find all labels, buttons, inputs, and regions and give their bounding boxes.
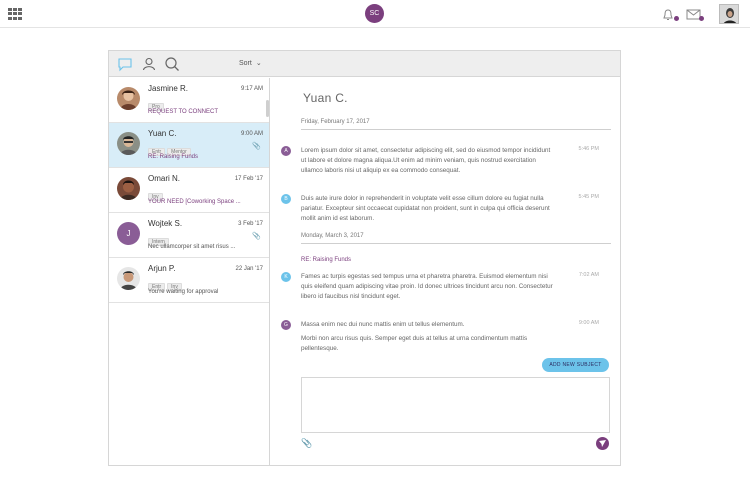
user-avatar[interactable] [719,4,739,24]
message-preview: RE: Raising Funds [148,154,199,160]
paperclip-icon: 📎 [252,143,261,150]
message-thread: Yuan C. Friday, February 17, 2017 A Lore… [271,78,620,466]
conversation-item[interactable]: Jasmine R. 9:17 AM Pro REQUEST TO CONNEC… [109,78,269,123]
user-icon[interactable] [141,56,157,72]
message-text: Lorem ipsum dolor sit amet, consectetur … [301,147,551,174]
message-time: 3 Feb '17 [238,221,263,227]
message-time: 17 Feb '17 [234,176,263,182]
avatar [117,87,140,110]
contact-name: Omari N. [148,174,180,183]
message-text: Morbi non arcu risus quis. Semper eget d… [301,335,528,352]
add-subject-button[interactable]: ADD NEW SUBJECT [542,358,609,372]
message-compose-input[interactable] [301,377,610,433]
contact-name: Wojtek S. [148,219,183,228]
message-time: 5:46 PM [578,146,599,152]
contact-name: Yuan C. [148,129,177,138]
message-time: 5:45 PM [578,194,599,200]
top-bar: SC [0,0,750,28]
contact-name: Arjun P. [148,264,176,273]
chat-icon[interactable] [117,56,133,72]
message-preview: Nec ullamcorper sit amet risus ... [148,244,236,250]
message: K Fames ac turpis egestas sed tempus urn… [281,272,611,302]
panel-toolbar: Sort ⌄ [109,51,620,77]
message-preview: REQUEST TO CONNECT [148,109,219,115]
conversation-item[interactable]: Arjun P. 22 Jan '17 Entr Inv You're waiti… [109,258,269,303]
sender-avatar: G [281,320,291,330]
conversation-list: Jasmine R. 9:17 AM Pro REQUEST TO CONNEC… [109,78,270,466]
message-time: 9:00 AM [240,131,263,137]
message: G Massa enim nec dui nunc mattis enim ut… [281,320,611,352]
paperclip-icon[interactable]: 📎 [301,438,312,449]
sender-avatar: K [281,272,291,282]
paperclip-icon: 📎 [252,233,261,240]
message-text: Fames ac turpis egestas sed tempus urna … [301,273,553,300]
message: A Lorem ipsum dolor sit amet, consectetu… [281,146,611,176]
sender-avatar: A [281,146,291,156]
send-button[interactable] [596,437,609,450]
brand-logo[interactable]: SC [365,4,384,23]
sort-label: Sort [239,60,252,67]
conversation-item[interactable]: Omari N. 17 Feb '17 Inv YOUR NEED [Cowor… [109,168,269,213]
avatar [117,132,140,155]
chevron-down-icon: ⌄ [255,60,262,67]
message-text: Massa enim nec dui nunc mattis enim ut t… [301,321,465,328]
contact-name: Jasmine R. [148,84,189,93]
conversation-item[interactable]: Yuan C. 9:00 AM Entr Mentor 📎 RE: Raising… [109,123,269,168]
mail-dot [699,16,704,21]
message-text: Duis aute irure dolor in reprehenderit i… [301,195,550,222]
send-icon [599,440,606,447]
message-time: 22 Jan '17 [235,266,263,272]
thread-title: Yuan C. [303,91,348,105]
subject-label: RE: Raising Funds [301,257,352,263]
conversation-item[interactable]: J Wojtek S. 3 Feb '17 Intern 📎 Nec ullam… [109,213,269,258]
app-grid-icon[interactable] [8,8,22,20]
avatar [117,267,140,290]
message-preview: You're waiting for approval [148,289,219,295]
message-time: 9:00 AM [578,320,599,326]
avatar [117,177,140,200]
sort-dropdown[interactable]: Sort ⌄ [239,59,262,67]
message-time: 7:02 AM [578,272,599,278]
search-icon[interactable] [164,56,180,72]
messages-panel: Sort ⌄ Jasmine R. 9:17 AM Pro REQUEST TO … [108,50,621,466]
message-preview: YOUR NEED [Coworking Space ... [148,199,241,205]
date-divider: Monday, March 3, 2017 [301,233,611,244]
avatar: J [117,222,140,245]
message: B Duis aute irure dolor in reprehenderit… [281,194,611,224]
message-time: 9:17 AM [240,86,263,92]
sender-avatar: B [281,194,291,204]
notification-dot [674,16,679,21]
date-divider: Friday, February 17, 2017 [301,119,611,130]
